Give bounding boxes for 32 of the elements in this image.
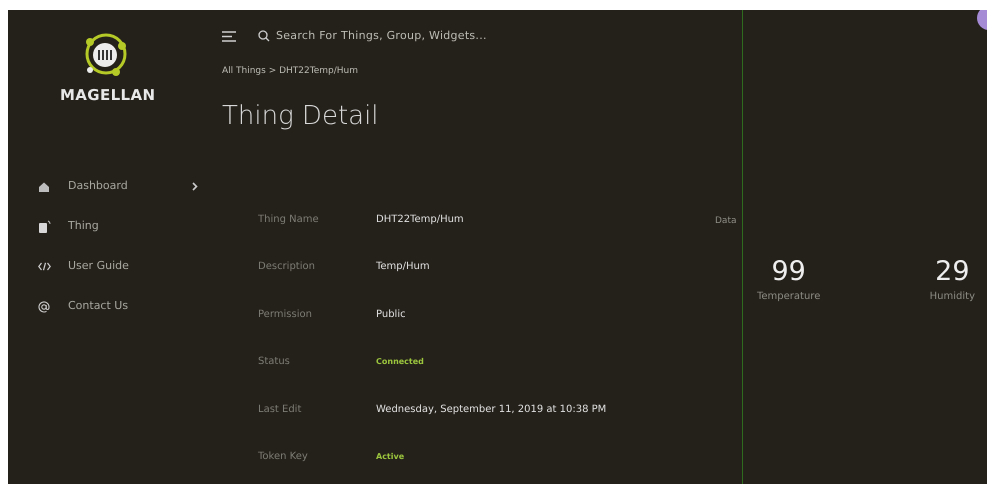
- nav-item[interactable]: Contact Us: [38, 296, 198, 316]
- device-icon: [38, 220, 51, 234]
- reading-label: Humidity: [930, 290, 975, 304]
- at-icon: [38, 300, 50, 312]
- search-icon: [258, 30, 270, 42]
- detail-value: Wednesday, September 11, 2019 at 10:38 PM: [376, 402, 606, 417]
- data-label: Data: [715, 215, 736, 228]
- detail-label: Token Key: [258, 450, 309, 464]
- detail-label: Last Edit: [258, 402, 302, 417]
- detail-value: DHT22Temp/Hum: [376, 212, 464, 227]
- status-value: Active: [376, 450, 404, 463]
- page-title: Thing Detail: [222, 100, 380, 132]
- detail-label: Permission: [258, 308, 313, 322]
- detail-value: Temp/Hum: [376, 260, 430, 274]
- breadcrumb: All Things > DHT22Temp/Hum: [222, 65, 359, 78]
- status-value: Connected: [376, 356, 424, 368]
- nav-item[interactable]: Dashboard: [38, 176, 198, 196]
- nav-item[interactable]: Thing: [38, 216, 198, 236]
- detail-label: Thing Name: [258, 212, 320, 227]
- reading-label: Temperature: [757, 290, 820, 304]
- menu-icon[interactable]: [222, 30, 236, 42]
- reading-value: 99: [772, 258, 806, 285]
- reading-value: 29: [935, 258, 970, 285]
- detail-value: Public: [376, 308, 406, 322]
- search-field[interactable]: Search For Things, Group, Widgets...: [258, 28, 536, 44]
- detail-label: Description: [258, 260, 316, 274]
- brand-name: MAGELLAN: [60, 85, 156, 106]
- home-icon: [38, 180, 50, 192]
- code-icon: [38, 262, 51, 271]
- chevron-right-icon: [192, 182, 198, 191]
- nav-item[interactable]: User Guide: [38, 256, 198, 276]
- detail-label: Status: [258, 355, 291, 370]
